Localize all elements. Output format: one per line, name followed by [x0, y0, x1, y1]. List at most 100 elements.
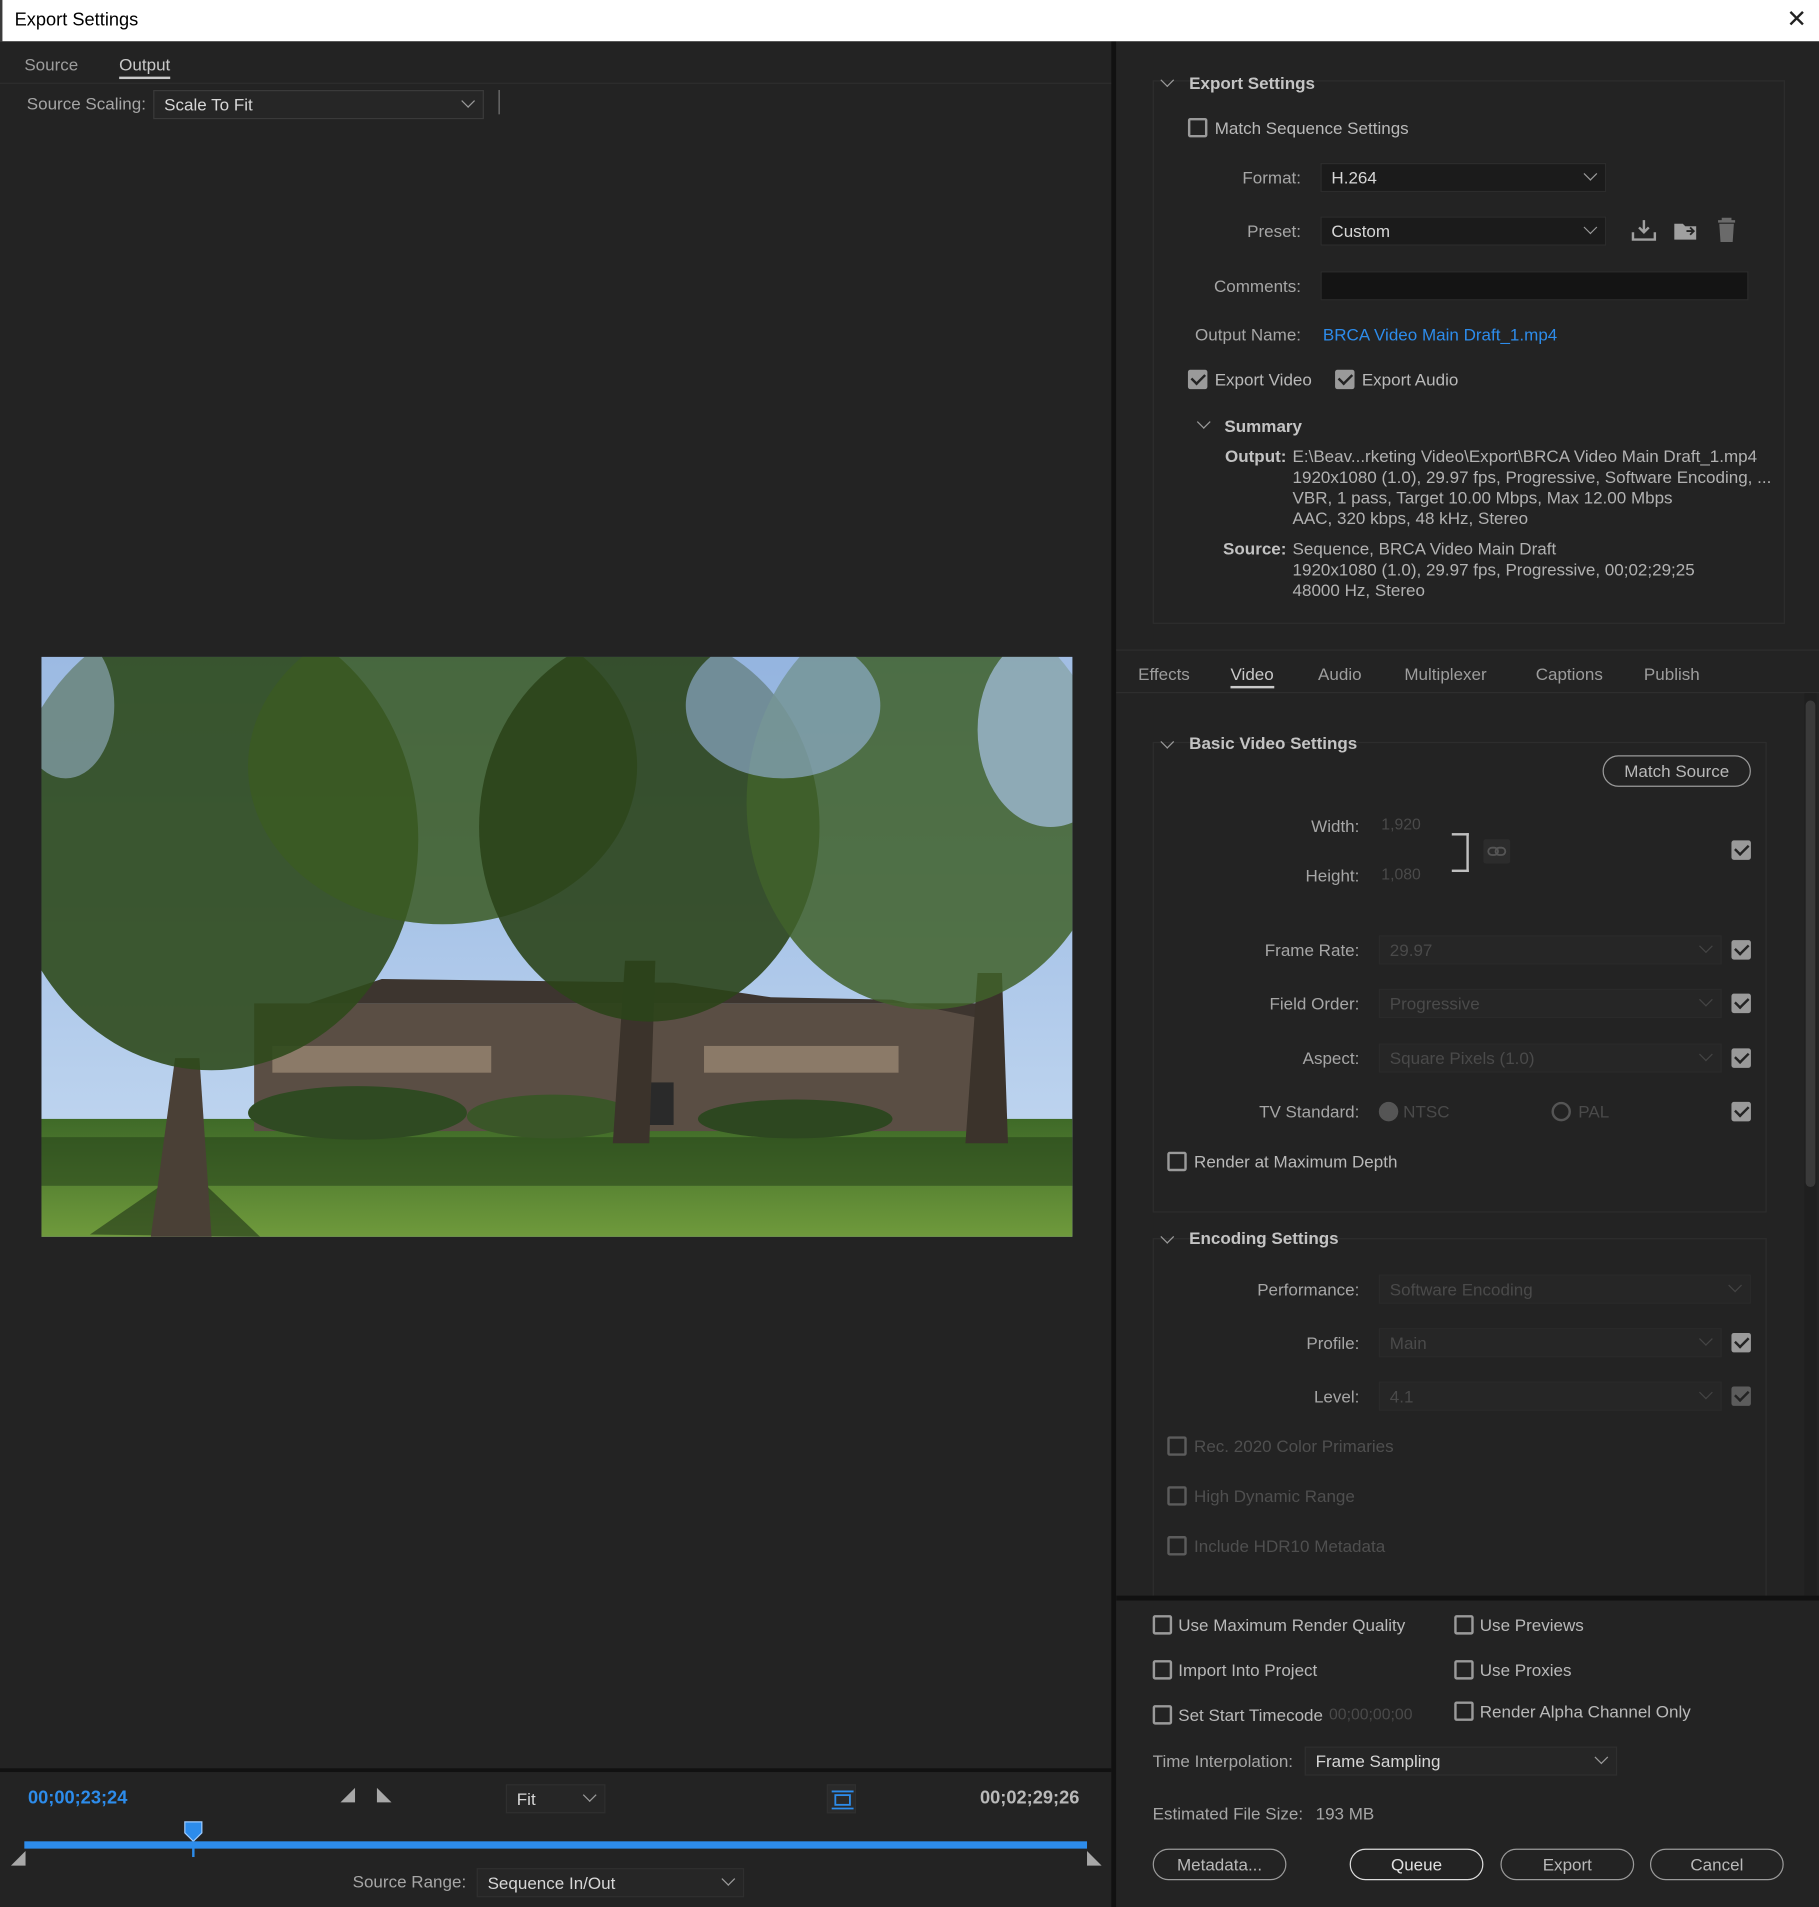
mark-in-icon[interactable]: [340, 1787, 356, 1803]
set-start-timecode-checkbox[interactable]: [1152, 1705, 1173, 1725]
pal-radio[interactable]: [1551, 1101, 1571, 1122]
scrollbar-thumb[interactable]: [1805, 700, 1816, 1188]
tab-source[interactable]: Source: [24, 55, 78, 74]
render-alpha-checkbox[interactable]: [1454, 1701, 1474, 1721]
use-proxies-checkbox[interactable]: [1454, 1660, 1474, 1680]
tab-video[interactable]: Video: [1230, 664, 1274, 689]
export-button[interactable]: Export: [1500, 1848, 1635, 1881]
tv-standard-label: TV Standard:: [1259, 1101, 1360, 1122]
profile-dropdown[interactable]: Main: [1378, 1328, 1722, 1358]
chevron-down-icon: [721, 1872, 736, 1886]
chevron-down-icon: [1728, 1278, 1742, 1293]
playhead[interactable]: [184, 1821, 203, 1858]
summary-source-line: Sequence, BRCA Video Main Draft: [1292, 538, 1557, 559]
tab-effects[interactable]: Effects: [1138, 664, 1190, 683]
width-label: Width:: [1311, 816, 1360, 836]
aspect-correction-icon[interactable]: [826, 1784, 857, 1814]
frame-rate-value: 29.97: [1389, 940, 1433, 960]
render-max-depth-checkbox[interactable]: [1167, 1151, 1187, 1172]
frame-rate-dropdown[interactable]: 29.97: [1378, 935, 1722, 965]
performance-dropdown[interactable]: Software Encoding: [1378, 1274, 1751, 1304]
time-interpolation-label: Time Interpolation:: [1152, 1751, 1294, 1771]
tabs-top-line: [1116, 649, 1819, 651]
match-sequence-checkbox[interactable]: [1187, 117, 1208, 138]
chevron-down-icon: [1594, 1750, 1609, 1765]
cancel-button[interactable]: Cancel: [1649, 1848, 1784, 1881]
window-title: Export Settings: [14, 9, 139, 31]
tab-multiplexer[interactable]: Multiplexer: [1404, 664, 1486, 683]
summary-output-line: VBR, 1 pass, Target 10.00 Mbps, Max 12.0…: [1292, 487, 1673, 508]
format-dropdown[interactable]: H.264: [1320, 162, 1607, 193]
rec2020-checkbox[interactable]: [1167, 1436, 1187, 1456]
max-render-quality-checkbox[interactable]: [1152, 1615, 1173, 1635]
link-icon[interactable]: [1483, 839, 1511, 864]
basic-video-header: Basic Video Settings: [1189, 733, 1358, 753]
chevron-down-icon: [1699, 1332, 1713, 1346]
match-source-button[interactable]: Match Source: [1602, 755, 1751, 787]
save-preset-icon[interactable]: [1631, 218, 1658, 248]
performance-label: Performance:: [1257, 1279, 1360, 1299]
mark-out-icon[interactable]: [376, 1787, 392, 1803]
hdr10-label: Include HDR10 Metadata: [1194, 1536, 1386, 1556]
metadata-button[interactable]: Metadata...: [1152, 1848, 1287, 1881]
delete-preset-icon[interactable]: [1716, 216, 1738, 249]
source-range-label: Source Range:: [352, 1871, 467, 1892]
ntsc-radio[interactable]: [1378, 1101, 1399, 1122]
level-dropdown[interactable]: 4.1: [1378, 1381, 1722, 1411]
summary-source-key: Source:: [1223, 538, 1287, 559]
tab-audio[interactable]: Audio: [1318, 664, 1362, 683]
aspect-value: Square Pixels (1.0): [1389, 1048, 1535, 1068]
format-label: Format:: [1242, 167, 1302, 188]
settings-scrollbar[interactable]: [1804, 693, 1817, 1596]
zoom-dropdown[interactable]: Fit: [505, 1784, 606, 1814]
import-preset-icon[interactable]: [1672, 218, 1699, 248]
import-into-project-label: Import Into Project: [1178, 1660, 1318, 1680]
comments-input[interactable]: [1320, 271, 1749, 301]
frame-rate-checkbox[interactable]: [1731, 940, 1751, 960]
source-scaling-dropdown[interactable]: Scale To Fit: [153, 89, 484, 120]
summary-output-line: E:\Beav...rketing Video\Export\BRCA Vide…: [1292, 446, 1758, 466]
aspect-dropdown[interactable]: Square Pixels (1.0): [1378, 1043, 1722, 1073]
close-icon[interactable]: ✕: [1786, 4, 1806, 34]
hdr-checkbox[interactable]: [1167, 1486, 1187, 1506]
tv-standard-checkbox[interactable]: [1731, 1101, 1751, 1122]
out-point-handle-icon[interactable]: [1087, 1851, 1102, 1866]
hdr10-checkbox[interactable]: [1167, 1536, 1187, 1556]
preview-image: [41, 656, 1073, 1237]
field-order-label: Field Order:: [1269, 993, 1360, 1014]
bottom-divider: [1116, 1595, 1819, 1601]
height-value[interactable]: 1,080: [1381, 865, 1421, 883]
start-timecode-value[interactable]: 00;00;00;00: [1329, 1705, 1413, 1723]
width-height-lock-checkbox[interactable]: [1731, 840, 1751, 860]
level-checkbox[interactable]: [1731, 1386, 1751, 1406]
estimated-size-label: Estimated File Size:: [1152, 1803, 1304, 1824]
tab-publish[interactable]: Publish: [1644, 664, 1700, 683]
use-previews-checkbox[interactable]: [1454, 1615, 1474, 1635]
format-value: H.264: [1331, 167, 1377, 188]
tab-output[interactable]: Output: [119, 55, 171, 80]
export-video-label: Export Video: [1214, 369, 1312, 390]
current-timecode[interactable]: 00;00;23;24: [28, 1788, 127, 1809]
field-order-checkbox[interactable]: [1731, 993, 1751, 1014]
queue-button[interactable]: Queue: [1349, 1848, 1484, 1881]
in-point-handle-icon[interactable]: [10, 1851, 26, 1866]
frame-rate-label: Frame Rate:: [1264, 940, 1360, 960]
export-audio-checkbox[interactable]: [1335, 369, 1355, 390]
export-audio-label: Export Audio: [1361, 369, 1459, 390]
render-alpha-label: Render Alpha Channel Only: [1479, 1701, 1691, 1721]
export-video-checkbox[interactable]: [1187, 369, 1208, 390]
aspect-bracket: [1451, 833, 1469, 873]
time-interpolation-dropdown[interactable]: Frame Sampling: [1304, 1746, 1618, 1776]
field-order-dropdown[interactable]: Progressive: [1378, 988, 1722, 1018]
ntsc-label: NTSC: [1403, 1101, 1450, 1122]
aspect-checkbox[interactable]: [1731, 1048, 1751, 1068]
output-name-link[interactable]: BRCA Video Main Draft_1.mp4: [1323, 325, 1557, 344]
source-range-dropdown[interactable]: Sequence In/Out: [476, 1868, 745, 1898]
tab-captions[interactable]: Captions: [1536, 664, 1603, 683]
profile-checkbox[interactable]: [1731, 1332, 1751, 1353]
width-value[interactable]: 1,920: [1381, 815, 1421, 833]
import-into-project-checkbox[interactable]: [1152, 1660, 1173, 1680]
chevron-down-icon: [1699, 939, 1713, 954]
profile-label: Profile:: [1306, 1332, 1360, 1353]
preset-dropdown[interactable]: Custom: [1320, 216, 1607, 246]
